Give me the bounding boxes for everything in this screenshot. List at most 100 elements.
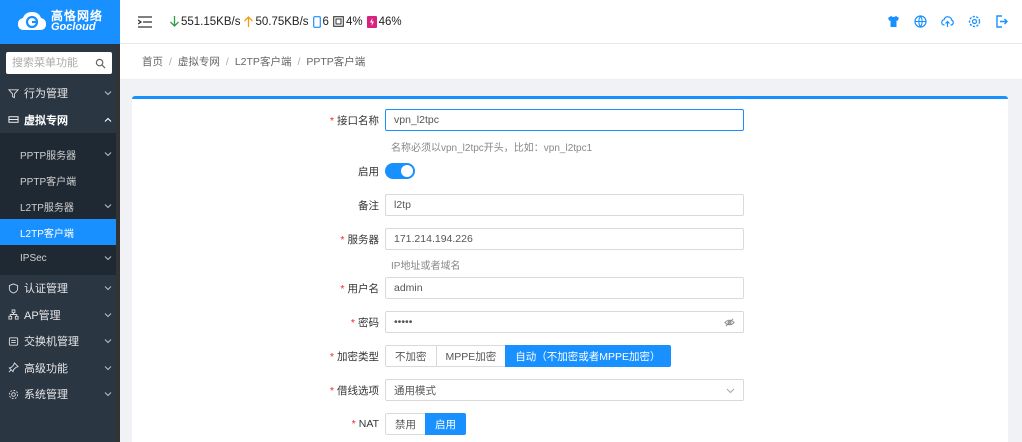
phone-icon bbox=[312, 15, 321, 28]
server-input[interactable]: 171.214.194.226 bbox=[385, 228, 744, 250]
iface-value: vpn_l2tpc bbox=[394, 114, 439, 126]
settings-icon[interactable] bbox=[968, 15, 981, 28]
menu-toggle-icon[interactable] bbox=[138, 15, 152, 28]
chevron-down-icon bbox=[104, 365, 112, 371]
cloud-logo-icon bbox=[17, 12, 46, 30]
sidebar-item-pptp-client[interactable]: PPTP客户端 bbox=[0, 167, 120, 193]
vpn-submenu: PPTP服务器 PPTP客户端 L2TP服务器 L2TP客户端 IPSec bbox=[0, 133, 120, 275]
server-value: 171.214.194.226 bbox=[394, 233, 473, 245]
shield-icon bbox=[8, 283, 19, 294]
sidebar-item-l2tp-client[interactable]: L2TP客户端 bbox=[0, 219, 120, 245]
breadcrumb-l2tp-client[interactable]: L2TP客户端 bbox=[235, 54, 292, 69]
globe-icon[interactable] bbox=[914, 15, 927, 28]
arrow-up-icon bbox=[244, 16, 254, 27]
upload-speed: 50.75KB/s bbox=[244, 16, 309, 28]
username-input[interactable]: admin bbox=[385, 277, 744, 299]
menu-search bbox=[6, 52, 112, 74]
breadcrumb-pptp-client: PPTP客户端 bbox=[306, 56, 366, 68]
server-help-text: IP地址或者域名 bbox=[391, 261, 461, 272]
memory-usage: 46% bbox=[366, 15, 402, 28]
chevron-down-icon bbox=[104, 286, 112, 291]
breadcrumb-home[interactable]: 首页 bbox=[142, 54, 163, 69]
nat-group: 禁用 启用 bbox=[385, 413, 466, 435]
note-label: 备注 bbox=[358, 199, 379, 212]
topbar: 551.15KB/s 50.75KB/s 6 4% 46% bbox=[120, 0, 1022, 44]
user-label: * 用户名 bbox=[340, 282, 379, 295]
switch-icon bbox=[8, 337, 19, 346]
menu-item-vpn[interactable]: 虚拟专网 bbox=[0, 107, 120, 134]
sidebar-item-l2tp-server[interactable]: L2TP服务器 bbox=[0, 193, 120, 219]
note-input[interactable]: l2tp bbox=[385, 194, 744, 216]
nat-disable-option[interactable]: 禁用 bbox=[385, 413, 426, 435]
encryption-row: * 加密类型 不加密 MPPE加密 自动（不加密或者MPPE加密） bbox=[132, 344, 1008, 368]
cloud-upload-icon[interactable] bbox=[941, 15, 954, 28]
chevron-down-icon bbox=[104, 91, 112, 96]
chevron-down-icon bbox=[104, 256, 112, 261]
memory-icon bbox=[366, 15, 377, 28]
vpn-icon bbox=[8, 116, 19, 123]
menu-search-input[interactable] bbox=[12, 57, 92, 69]
gear-icon bbox=[8, 389, 19, 399]
encryption-label: * 加密类型 bbox=[329, 350, 379, 363]
chevron-up-icon bbox=[104, 117, 112, 122]
iface-row: * 接口名称 vpn_l2tpc bbox=[132, 108, 1008, 132]
cpu-icon bbox=[333, 16, 344, 27]
server-label: * 服务器 bbox=[340, 233, 379, 246]
cpu-value: 4% bbox=[345, 15, 363, 28]
search-icon[interactable] bbox=[95, 58, 106, 69]
sidebar-item-pptp-server[interactable]: PPTP服务器 bbox=[0, 141, 120, 167]
user-row: * 用户名 admin bbox=[132, 276, 1008, 300]
menu-item-auth[interactable]: 认证管理 bbox=[0, 275, 120, 302]
chevron-down-icon bbox=[726, 388, 735, 393]
device-value: 6 bbox=[322, 15, 329, 28]
encryption-type-group: 不加密 MPPE加密 自动（不加密或者MPPE加密） bbox=[385, 345, 671, 367]
iface-help-text: 名称必须以vpn_l2tpc开头，比如：vpn_l2tpc1 bbox=[391, 143, 593, 154]
menu-item-system[interactable]: 系统管理 bbox=[0, 381, 120, 408]
line-mode-select[interactable]: 通用模式 bbox=[385, 379, 744, 401]
menu-item-ap[interactable]: AP管理 bbox=[0, 302, 120, 329]
cpu-usage: 4% bbox=[333, 16, 363, 28]
menu-item-behavior[interactable]: 行为管理 bbox=[0, 80, 120, 107]
download-value: 551.15KB/s bbox=[181, 15, 241, 28]
password-row: * 密码 ••••• bbox=[132, 310, 1008, 334]
enable-row: 启用 bbox=[132, 159, 1008, 183]
sidebar-item-ipsec[interactable]: IPSec bbox=[0, 245, 120, 271]
pin-icon bbox=[8, 362, 19, 373]
chevron-down-icon bbox=[104, 392, 112, 397]
menu-item-label: 虚拟专网 bbox=[24, 114, 68, 127]
encryption-none-option[interactable]: 不加密 bbox=[385, 345, 437, 367]
menu-item-label: 交换机管理 bbox=[24, 336, 79, 349]
menu-item-label: AP管理 bbox=[24, 309, 61, 322]
line-row: * 借线选项 通用模式 bbox=[132, 378, 1008, 402]
nat-enable-option[interactable]: 启用 bbox=[425, 413, 466, 435]
brand-name-en: Gocloud bbox=[50, 21, 96, 33]
iface-name-input[interactable]: vpn_l2tpc bbox=[385, 109, 744, 131]
filter-icon bbox=[8, 89, 19, 99]
sub-item-label: L2TP服务器 bbox=[20, 202, 74, 214]
menu-item-advanced[interactable]: 高级功能 bbox=[0, 355, 120, 382]
brand-logo[interactable]: 高恪网络 Gocloud bbox=[0, 0, 120, 44]
sidebar-scrollbar[interactable] bbox=[116, 44, 120, 442]
menu-item-switch[interactable]: 交换机管理 bbox=[0, 328, 120, 355]
eye-hidden-icon[interactable] bbox=[724, 317, 735, 328]
content-scrollbar[interactable] bbox=[1016, 80, 1022, 442]
chevron-down-icon bbox=[104, 339, 112, 344]
l2tp-client-form: * 接口名称 vpn_l2tpc 名称必须以vpn_l2tpc开头，比如：vpn_… bbox=[132, 96, 1008, 442]
user-value: admin bbox=[394, 282, 423, 294]
logout-icon[interactable] bbox=[995, 15, 1008, 28]
nat-row: * NAT 禁用 启用 bbox=[132, 412, 1008, 436]
tshirt-icon[interactable] bbox=[887, 15, 900, 28]
breadcrumb-vpn[interactable]: 虚拟专网 bbox=[178, 54, 220, 69]
password-input[interactable]: ••••• bbox=[385, 311, 744, 333]
sub-item-label: PPTP服务器 bbox=[20, 150, 77, 162]
breadcrumb-separator: / bbox=[297, 55, 301, 68]
server-row: * 服务器 171.214.194.226 bbox=[132, 227, 1008, 251]
encryption-mppe-option[interactable]: MPPE加密 bbox=[435, 345, 507, 367]
arrow-down-icon bbox=[170, 16, 179, 27]
encryption-auto-option[interactable]: 自动（不加密或者MPPE加密） bbox=[505, 345, 671, 367]
ap-icon bbox=[8, 309, 19, 320]
sub-item-label: PPTP客户端 bbox=[20, 176, 77, 188]
note-row: 备注 l2tp bbox=[132, 193, 1008, 217]
enable-toggle[interactable] bbox=[385, 163, 415, 179]
enable-label: 启用 bbox=[358, 165, 379, 178]
